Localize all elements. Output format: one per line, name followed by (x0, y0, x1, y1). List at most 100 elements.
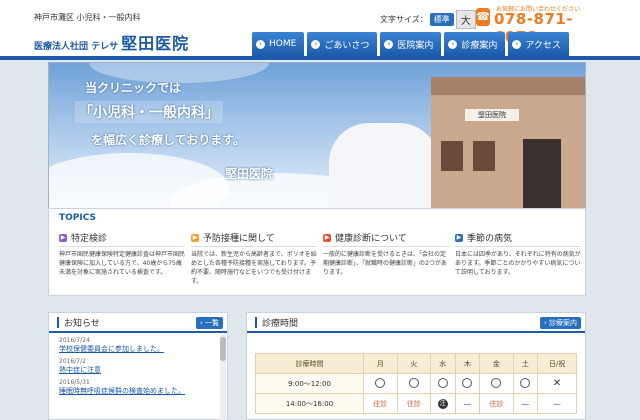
chevron-right-icon: › (256, 39, 265, 49)
table-header-cell: 土 (512, 353, 539, 374)
hero-line-2: 「小児科・一般内科」 (75, 101, 223, 123)
news-date: 2016/7/2 (59, 358, 86, 365)
topic-card-title: 健康診断について (335, 234, 407, 244)
site-tagline: 神戸市灘区 小児科・一般内科 (34, 13, 141, 22)
hours-panel: 診療時間 › 診療案内 診療時間 月 火 水 木 金 土 日/祝 9:00～12… (246, 312, 586, 420)
house-call-mark: 往診 (406, 399, 421, 408)
building-window (441, 141, 463, 171)
building-door (523, 139, 561, 209)
news-list: 2016/7/24 学校保健委員会に参加しました。 2016/7/2 熱中症に注… (49, 333, 227, 419)
hours-cell (479, 373, 514, 394)
heading-bar (255, 316, 257, 328)
chevron-right-icon: › (311, 39, 321, 49)
topic-card-title: 予防接種に関して (203, 234, 275, 244)
font-size-standard-button[interactable]: 標準 (429, 13, 454, 26)
table-header-cell: 診療時間 (255, 353, 364, 374)
table-header-cell: 金 (479, 353, 514, 374)
play-icon: ▶ (323, 233, 331, 242)
nav-greeting[interactable]: › ごあいさつ (307, 32, 378, 56)
main-nav: › HOME › ごあいさつ › 医院案内 › 診療案内 › アクセス (252, 32, 569, 56)
nav-home[interactable]: › HOME (252, 32, 305, 56)
font-size-switcher: 文字サイズ： 標準 大 (380, 10, 476, 29)
dash-mark: ― (521, 399, 529, 408)
topic-card[interactable]: ▶ 予防接種に関して 当院では、新生児から高齢者まで、ポリオを始めとした各種予防接… (191, 229, 317, 293)
table-row: 14:00～16:00 往診 往診 注 ― 往診 ― ― (255, 393, 577, 414)
note-mark: 注 (437, 398, 448, 409)
hours-cell (430, 373, 456, 394)
dash-mark: ― (553, 399, 561, 408)
hours-title: 診療時間 (262, 318, 299, 329)
news-link[interactable]: 学校保健委員会に参加しました。 (59, 344, 221, 354)
hours-header: 診療時間 (247, 313, 585, 333)
hero-banner: 堅田医院 当クリニックでは 「小児科・一般内科」 を幅広く診療しております。 堅… (48, 62, 586, 210)
nav-label: ごあいさつ (324, 40, 370, 51)
nav-label: HOME (269, 39, 297, 49)
news-date: 2016/7/24 (59, 337, 90, 344)
news-link[interactable]: 睡眠時無呼吸症候群の検査始めました。 (59, 386, 221, 396)
hours-cell: ✕ (537, 373, 577, 394)
hours-cell (396, 373, 431, 394)
news-list-button[interactable]: › 一覧 (195, 317, 223, 329)
chevron-right-icon: › (512, 39, 522, 49)
nav-label: アクセス (525, 40, 561, 51)
hours-cell (512, 373, 539, 394)
hero-line-1: 当クリニックでは (85, 81, 182, 95)
topic-card-title: 特定検診 (71, 234, 108, 244)
building-roof (431, 77, 585, 95)
table-header-cell: 木 (454, 353, 481, 374)
open-circle-icon (437, 377, 448, 388)
topic-card[interactable]: ▶ 健康診断について 一般的に健康診断を受けるときは、「会社の定期健康診断」、「就… (323, 229, 449, 293)
nav-access[interactable]: › アクセス (508, 32, 569, 56)
nav-label: 医院案内 (397, 40, 434, 51)
chevron-right-icon: › (384, 39, 394, 49)
phone-contact: ☎ お気軽にお問い合わせください 078-871-6078 (476, 2, 606, 46)
topic-card[interactable]: ▶ 季節の病気 日本には四季があり、それぞれに特有の病気があります。季節ごとのかか… (455, 229, 581, 293)
hero-clinic-name: 堅田医院 (225, 167, 274, 181)
topic-card-head: ▶ 特定検診 (59, 229, 185, 247)
open-circle-icon (408, 377, 419, 388)
hours-cell (363, 373, 398, 394)
nav-clinic-info[interactable]: › 医院案内 (380, 32, 442, 56)
hours-cell (454, 373, 481, 394)
open-circle-icon (462, 377, 473, 388)
hours-time-cell: 14:00～16:00 (255, 393, 364, 414)
nav-underline (0, 56, 640, 60)
table-header-row: 診療時間 月 火 水 木 金 土 日/祝 (255, 353, 577, 374)
topic-card-body: 日本には四季があり、それぞれに特有の病気があります。季節ごとのかかりやすい病気に… (455, 251, 581, 276)
list-item: 2016/7/24 学校保健委員会に参加しました。 (59, 337, 221, 354)
topics-section: TOPICS ▶ 特定検診 神戸市国民健康保険特定健康診査は神戸市国民健康保険に加… (48, 208, 586, 296)
play-icon: ▶ (191, 233, 199, 242)
news-list-label: 一覧 (205, 319, 219, 327)
hours-cell: 往診 (396, 393, 431, 414)
hours-cell: ― (512, 393, 539, 414)
site-logo[interactable]: 医療法人社団 テレサ 堅田医院 (34, 30, 189, 54)
hours-cell: 往診 (363, 393, 398, 414)
play-icon: ▶ (455, 233, 463, 242)
house-call-mark: 往診 (489, 399, 504, 408)
hours-cell: ― (537, 393, 577, 414)
site-header: 神戸市灘区 小児科・一般内科 医療法人社団 テレサ 堅田医院 文字サイズ： 標準 … (0, 0, 640, 60)
list-item: 2016/5/31 睡眠時無呼吸症候群の検査始めました。 (59, 379, 221, 396)
hours-cell: 注 (430, 393, 456, 414)
logo-name: 堅田医院 (121, 34, 190, 53)
play-icon: ▶ (59, 233, 67, 242)
topic-card[interactable]: ▶ 特定検診 神戸市国民健康保険特定健康診査は神戸市国民健康保険に加入している方で… (59, 229, 185, 293)
medical-info-button[interactable]: › 診療案内 (539, 317, 581, 329)
doctor-coat-image (329, 123, 439, 209)
nav-medical-info[interactable]: › 診療案内 (444, 32, 506, 56)
heading-bar (57, 316, 59, 328)
table-header-cell: 月 (363, 353, 398, 374)
house-call-mark: 往診 (373, 399, 388, 408)
news-link[interactable]: 熱中症に注意 (59, 365, 221, 375)
table-header-cell: 水 (430, 353, 456, 374)
hours-table: 診療時間 月 火 水 木 金 土 日/祝 9:00～12:00 ✕ 14:00～16… (255, 353, 577, 414)
news-panel: お知らせ › 一覧 2016/7/24 学校保健委員会に参加しました。 2016… (48, 312, 228, 420)
building-sign: 堅田医院 (465, 109, 519, 121)
news-scrollbar-thumb[interactable] (220, 337, 226, 361)
hours-time-cell: 9:00～12:00 (255, 373, 364, 394)
logo-prefix: 医療法人社団 テレサ (34, 42, 119, 52)
topic-card-head: ▶ 予防接種に関して (191, 229, 317, 247)
building-window (473, 141, 495, 171)
topic-card-head: ▶ 季節の病気 (455, 229, 581, 247)
font-size-large-button[interactable]: 大 (455, 10, 476, 29)
